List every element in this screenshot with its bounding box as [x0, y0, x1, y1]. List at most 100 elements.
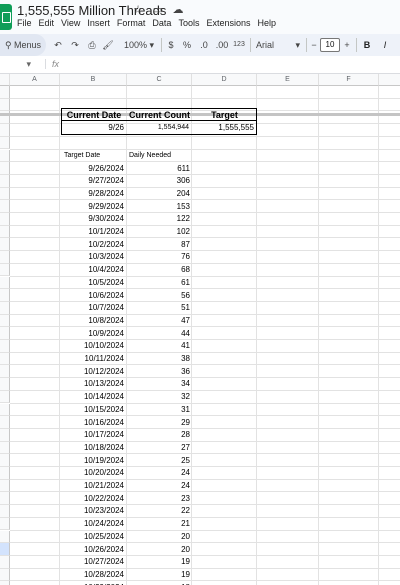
target-date-cell[interactable]: 10/22/2024	[60, 493, 124, 505]
daily-needed-cell[interactable]: 27	[127, 442, 190, 454]
decrease-decimal-button[interactable]: .0	[197, 34, 211, 56]
select-all-corner[interactable]	[0, 74, 10, 86]
redo-icon[interactable]: ↷	[69, 34, 81, 56]
name-box[interactable]: ▾	[0, 59, 37, 72]
daily-needed-cell[interactable]: 306	[127, 175, 190, 187]
row-header[interactable]	[0, 568, 10, 582]
column-header-c[interactable]: C	[127, 74, 192, 86]
move-folder-icon[interactable]: ▭	[152, 3, 164, 16]
daily-needed-cell[interactable]: 41	[127, 340, 190, 352]
target-date-cell[interactable]: 10/15/2024	[60, 404, 124, 416]
daily-needed-cell[interactable]: 23	[127, 493, 190, 505]
row-header[interactable]	[0, 162, 10, 175]
row-header[interactable]	[0, 251, 10, 264]
row-header[interactable]	[0, 174, 10, 188]
row-header[interactable]	[0, 581, 10, 585]
row-header[interactable]	[0, 352, 10, 366]
daily-needed-cell[interactable]: 24	[127, 480, 190, 492]
star-icon[interactable]: ☆	[132, 3, 144, 16]
target-date-cell[interactable]: 10/29/2024	[60, 582, 124, 585]
target-date-cell[interactable]: 9/29/2024	[60, 201, 124, 213]
row-header[interactable]	[0, 86, 10, 99]
daily-needed-cell[interactable]: 20	[127, 544, 190, 556]
target-date-cell[interactable]: 10/26/2024	[60, 544, 124, 556]
bold-button[interactable]: B	[362, 34, 372, 56]
table-header-daily-needed[interactable]: Daily Needed	[129, 150, 191, 162]
target-date-cell[interactable]: 10/2/2024	[60, 239, 124, 251]
column-header-e[interactable]: E	[257, 74, 319, 86]
menu-extensions[interactable]: Extensions	[206, 18, 250, 28]
row-header[interactable]	[0, 365, 10, 379]
row-header[interactable]	[0, 314, 10, 328]
target-date-cell[interactable]: 10/27/2024	[60, 556, 124, 568]
daily-needed-cell[interactable]: 102	[127, 226, 190, 238]
target-date-cell[interactable]: 10/23/2024	[60, 505, 124, 517]
target-date-cell[interactable]: 10/18/2024	[60, 442, 124, 454]
menu-insert[interactable]: Insert	[87, 18, 110, 28]
column-header-f[interactable]: F	[319, 74, 379, 86]
increase-font-size-button[interactable]: +	[342, 34, 352, 56]
target-date-cell[interactable]: 10/14/2024	[60, 391, 124, 403]
target-date-cell[interactable]: 9/28/2024	[60, 188, 124, 200]
target-date-cell[interactable]: 10/3/2024	[60, 251, 124, 263]
daily-needed-cell[interactable]: 47	[127, 315, 190, 327]
row-header[interactable]	[0, 276, 10, 290]
summary-value[interactable]: 9/26	[61, 122, 124, 134]
menu-tools[interactable]: Tools	[178, 18, 199, 28]
row-header[interactable]	[0, 327, 10, 340]
target-date-cell[interactable]: 10/5/2024	[60, 277, 124, 289]
row-header[interactable]	[0, 149, 10, 163]
font-size-input[interactable]: 10	[320, 38, 340, 52]
target-date-cell[interactable]: 10/1/2024	[60, 226, 124, 238]
row-header[interactable]	[0, 187, 10, 201]
paint-format-icon[interactable]: 🖌	[102, 34, 114, 56]
daily-needed-cell[interactable]: 19	[127, 556, 190, 568]
target-date-cell[interactable]: 9/26/2024	[60, 163, 124, 175]
daily-needed-cell[interactable]: 22	[127, 505, 190, 517]
target-date-cell[interactable]: 9/30/2024	[60, 213, 124, 225]
row-header[interactable]	[0, 505, 10, 518]
row-header[interactable]	[0, 200, 10, 213]
daily-needed-cell[interactable]: 87	[127, 239, 190, 251]
row-header[interactable]	[0, 403, 10, 417]
increase-decimal-button[interactable]: .00	[214, 34, 230, 56]
daily-needed-cell[interactable]: 20	[127, 531, 190, 543]
target-date-cell[interactable]: 10/24/2024	[60, 518, 124, 530]
row-header[interactable]	[0, 454, 10, 467]
daily-needed-cell[interactable]: 29	[127, 417, 190, 429]
daily-needed-cell[interactable]: 36	[127, 366, 190, 378]
menu-data[interactable]: Data	[152, 18, 171, 28]
row-header[interactable]	[0, 492, 10, 506]
menu-view[interactable]: View	[61, 18, 80, 28]
daily-needed-cell[interactable]: 38	[127, 353, 190, 365]
menu-file[interactable]: File	[17, 18, 32, 28]
daily-needed-cell[interactable]: 25	[127, 455, 190, 467]
zoom-select[interactable]: 100% ▾	[121, 34, 157, 56]
menu-edit[interactable]: Edit	[39, 18, 55, 28]
row-header[interactable]	[0, 124, 10, 137]
column-header-b[interactable]: B	[60, 74, 127, 86]
column-header-a[interactable]: A	[10, 74, 60, 86]
daily-needed-cell[interactable]: 153	[127, 201, 190, 213]
target-date-cell[interactable]: 10/25/2024	[60, 531, 124, 543]
daily-needed-cell[interactable]: 32	[127, 391, 190, 403]
spreadsheet-grid[interactable]: ABCDEFG Current DateCurrent CountTarget 9/…	[0, 74, 400, 585]
daily-needed-cell[interactable]: 61	[127, 277, 190, 289]
print-icon[interactable]: ⎙	[86, 34, 98, 56]
row-header[interactable]	[0, 517, 10, 531]
daily-needed-cell[interactable]: 34	[127, 378, 190, 390]
daily-needed-cell[interactable]: 31	[127, 404, 190, 416]
target-date-cell[interactable]: 10/7/2024	[60, 302, 124, 314]
row-header[interactable]	[0, 225, 10, 239]
row-header[interactable]	[0, 301, 10, 315]
target-date-cell[interactable]: 10/17/2024	[60, 429, 124, 441]
decrease-font-size-button[interactable]: −	[310, 34, 318, 56]
daily-needed-cell[interactable]: 76	[127, 251, 190, 263]
row-header[interactable]	[0, 479, 10, 493]
table-header-target-date[interactable]: Target Date	[64, 150, 126, 162]
daily-needed-cell[interactable]: 28	[127, 429, 190, 441]
font-family-select[interactable]: Arial ▾	[256, 34, 302, 56]
summary-header[interactable]: Current Date	[61, 109, 127, 121]
row-header[interactable]	[0, 543, 10, 556]
summary-header[interactable]: Target	[192, 109, 257, 121]
